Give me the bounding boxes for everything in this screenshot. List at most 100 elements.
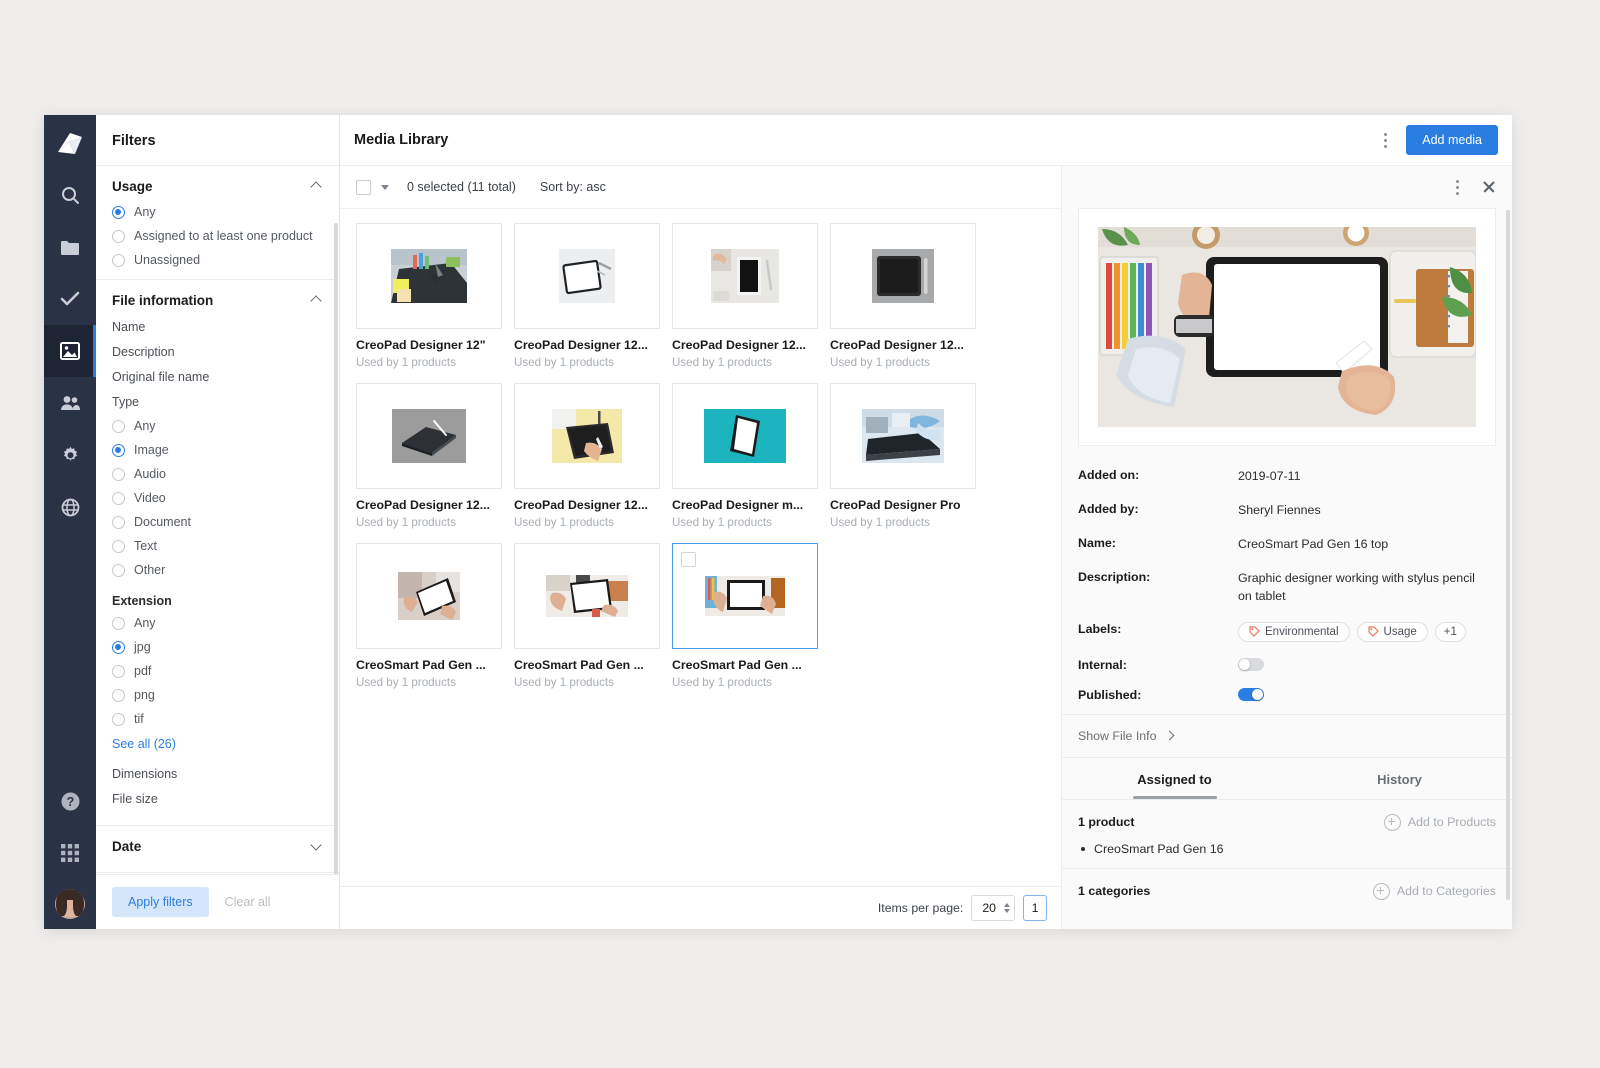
filter-extension-option-tif[interactable]: tif <box>112 707 323 731</box>
media-grid-item[interactable]: CreoSmart Pad Gen ... Used by 1 products <box>356 543 504 689</box>
thumb-teal-tablet <box>704 409 786 463</box>
media-item-usage: Used by 1 products <box>356 516 456 529</box>
main-area: Media Library Add media 0 selected (11 t… <box>340 115 1512 929</box>
filter-field-type[interactable]: Type <box>112 389 323 414</box>
clear-all-button[interactable]: Clear all <box>219 894 277 910</box>
tab-history[interactable]: History <box>1287 758 1512 799</box>
media-grid: CreoPad Designer 12" Used by 1 products <box>356 223 1045 689</box>
media-grid-item[interactable]: CreoPad Designer 12... Used by 1 product… <box>514 383 662 529</box>
sidebar-item-folder[interactable] <box>44 221 96 273</box>
sidebar-item-globe[interactable] <box>44 481 96 533</box>
media-item-name: CreoSmart Pad Gen ... <box>514 658 644 672</box>
filter-section-date-header[interactable]: Date <box>112 826 323 860</box>
filter-section-usage-header[interactable]: Usage <box>112 166 323 200</box>
media-grid-item[interactable]: CreoPad Designer 12... Used by 1 product… <box>672 223 820 369</box>
sidebar-item-tasks[interactable] <box>44 273 96 325</box>
filter-type-option-image[interactable]: Image <box>112 438 323 462</box>
filters-scrollbar[interactable] <box>334 223 338 874</box>
stepper-arrows-icon[interactable] <box>1004 903 1010 913</box>
sidebar-item-users[interactable] <box>44 377 96 429</box>
media-item-checkbox[interactable] <box>681 552 696 567</box>
see-all-extensions-link[interactable]: See all (26) <box>112 731 323 761</box>
select-all-checkbox[interactable] <box>356 179 371 195</box>
show-file-info-link[interactable]: Show File Info <box>1062 713 1512 757</box>
assigned-product-item[interactable]: CreoSmart Pad Gen 16 <box>1078 842 1496 856</box>
filter-section-usage: Usage Any Assigned to at least one produ… <box>96 165 339 279</box>
chevron-down-icon[interactable] <box>381 184 389 190</box>
filter-extension-option-pdf[interactable]: pdf <box>112 659 323 683</box>
apply-filters-button[interactable]: Apply filters <box>112 887 209 917</box>
filter-field-description[interactable]: Description <box>112 339 323 364</box>
assigned-product-name: CreoSmart Pad Gen 16 <box>1094 841 1224 856</box>
filter-field-dimensions[interactable]: Dimensions <box>112 761 323 786</box>
internal-toggle[interactable] <box>1238 657 1264 671</box>
thumb-hands-tablet-tilt <box>398 572 460 620</box>
meta-key: Added by: <box>1078 501 1139 516</box>
filter-section-uploaded-by-header[interactable]: Uploaded by <box>112 873 323 874</box>
more-vertical-icon[interactable] <box>1448 177 1466 197</box>
published-toggle[interactable] <box>1238 687 1264 701</box>
media-grid-item[interactable]: CreoPad Designer 12... Used by 1 product… <box>830 223 978 369</box>
label-chip[interactable]: Usage <box>1356 621 1428 642</box>
media-item-usage: Used by 1 products <box>356 356 456 369</box>
filter-type-option-audio[interactable]: Audio <box>112 462 323 486</box>
filter-usage-option-assigned[interactable]: Assigned to at least one product <box>112 224 323 248</box>
filter-type-option-document[interactable]: Document <box>112 510 323 534</box>
meta-value: CreoSmart Pad Gen 16 top <box>1238 536 1389 551</box>
media-item-usage: Used by 1 products <box>830 356 930 369</box>
bullet-icon <box>1081 846 1085 851</box>
sort-by-control[interactable]: Sort by: asc <box>540 180 606 194</box>
filter-type-option-other[interactable]: Other <box>112 558 323 582</box>
meta-row-description: Description: Graphic designer working wi… <box>1078 562 1496 614</box>
label-chip[interactable]: Environmental <box>1238 621 1350 642</box>
tab-assigned-to[interactable]: Assigned to <box>1062 758 1287 799</box>
filter-option-label: Any <box>134 205 156 219</box>
filter-field-original-file-name[interactable]: Original file name <box>112 364 323 389</box>
radio-indicator <box>112 688 125 702</box>
close-icon[interactable] <box>1482 180 1496 194</box>
media-grid-item[interactable]: CreoPad Designer m... Used by 1 products <box>672 383 820 529</box>
filter-usage-option-any[interactable]: Any <box>112 200 323 224</box>
label-chip-more[interactable]: +1 <box>1434 621 1466 642</box>
media-grid-item[interactable]: CreoPad Designer 12... Used by 1 product… <box>514 223 662 369</box>
sidebar-item-search[interactable] <box>44 169 96 221</box>
filter-extension-option-jpg[interactable]: jpg <box>112 635 323 659</box>
avatar[interactable] <box>55 889 85 919</box>
filter-section-file-information-header[interactable]: File information <box>112 280 323 314</box>
assigned-products-header: 1 product Add to Products <box>1078 813 1496 831</box>
filter-type-option-video[interactable]: Video <box>112 486 323 510</box>
media-thumbnail <box>672 543 818 649</box>
add-to-products-button[interactable]: Add to Products <box>1383 813 1496 831</box>
media-grid-item[interactable]: CreoSmart Pad Gen ... Used by 1 products <box>514 543 662 689</box>
filter-extension-option-any[interactable]: Any <box>112 611 323 635</box>
media-grid-item-selected[interactable]: CreoSmart Pad Gen ... Used by 1 products <box>672 543 820 689</box>
meta-value: Sheryl Fiennes <box>1238 502 1321 517</box>
media-item-name: CreoPad Designer m... <box>672 498 804 512</box>
media-grid-item[interactable]: CreoPad Designer 12" Used by 1 products <box>356 223 504 369</box>
filter-section-usage-title: Usage <box>112 179 153 194</box>
sidebar-item-settings[interactable] <box>44 429 96 481</box>
filter-field-name[interactable]: Name <box>112 314 323 339</box>
sidebar-item-media[interactable] <box>44 325 96 377</box>
add-media-button[interactable]: Add media <box>1406 125 1498 155</box>
add-to-categories-button[interactable]: Add to Categories <box>1372 882 1496 900</box>
sidebar-item-apps[interactable] <box>44 827 96 879</box>
media-grid-item[interactable]: CreoPad Designer Pro Used by 1 products <box>830 383 978 529</box>
filter-field-file-size[interactable]: File size <box>112 786 323 811</box>
filter-type-option-any[interactable]: Any <box>112 414 323 438</box>
media-thumbnail <box>672 223 818 329</box>
brand-logo-icon[interactable] <box>44 119 96 169</box>
meta-row-added-on: Added on: 2019-07-11 <box>1078 460 1496 494</box>
filter-type-option-text[interactable]: Text <box>112 534 323 558</box>
filter-extension-option-png[interactable]: png <box>112 683 323 707</box>
meta-row-name: Name: CreoSmart Pad Gen 16 top <box>1078 528 1496 562</box>
detail-scrollbar[interactable] <box>1506 210 1510 900</box>
filter-usage-option-unassigned[interactable]: Unassigned <box>112 248 323 279</box>
page-number-input[interactable]: 1 <box>1023 895 1047 921</box>
rail-bottom-group: ? <box>44 775 96 929</box>
media-grid-item[interactable]: CreoPad Designer 12... Used by 1 product… <box>356 383 504 529</box>
sort-by-label: Sort by: <box>539 180 583 194</box>
sidebar-item-help[interactable]: ? <box>44 775 96 827</box>
more-vertical-icon[interactable] <box>1376 130 1394 150</box>
items-per-page-stepper[interactable]: 20 <box>971 895 1015 921</box>
